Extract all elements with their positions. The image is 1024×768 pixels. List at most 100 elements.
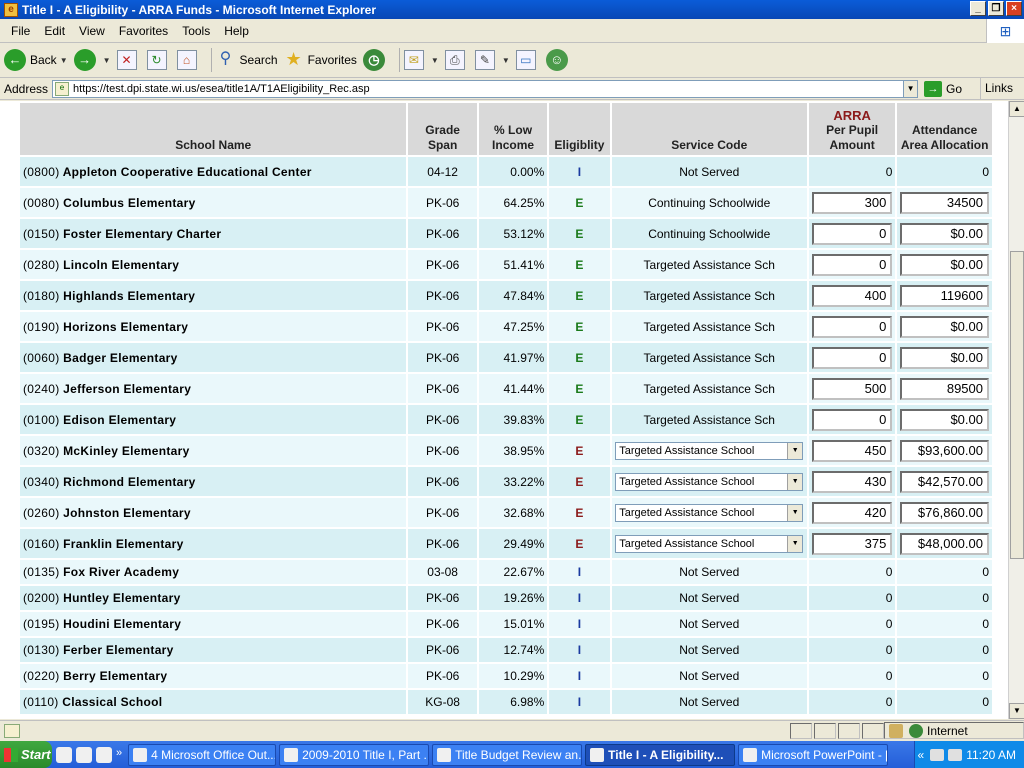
edit-dropdown-icon[interactable]: ▼ xyxy=(502,56,510,65)
dropdown-arrow-icon[interactable]: ▼ xyxy=(787,535,803,552)
mail-dropdown-icon[interactable]: ▼ xyxy=(431,56,439,65)
scroll-down-icon[interactable]: ▼ xyxy=(1009,703,1024,719)
per-pupil-input[interactable]: 0 xyxy=(811,222,893,245)
per-pupil-input[interactable]: 400 xyxy=(811,284,893,307)
history-button[interactable]: ◷ xyxy=(362,49,389,71)
allocation-input[interactable]: $0.00 xyxy=(900,253,989,276)
table-row: (0135) Fox River Academy 03-08 22.67% I Not … xyxy=(20,560,992,584)
start-button[interactable]: Start xyxy=(0,741,52,768)
dropdown-arrow-icon[interactable]: ▼ xyxy=(787,504,803,521)
menu-favorites[interactable]: Favorites xyxy=(112,24,175,38)
menu-file[interactable]: File xyxy=(4,24,37,38)
school-name-cell: (0240) Jefferson Elementary xyxy=(20,374,407,403)
home-button[interactable]: ⌂ xyxy=(176,50,201,70)
per-pupil-cell: 450 xyxy=(808,436,896,465)
tray-mail-icon[interactable] xyxy=(930,748,945,761)
scroll-up-icon[interactable]: ▲ xyxy=(1009,101,1024,117)
allocation-input[interactable]: $48,000.00 xyxy=(900,532,989,555)
messenger-icon: ☺ xyxy=(545,49,568,71)
per-pupil-input[interactable]: 430 xyxy=(811,470,893,493)
forward-dropdown-icon[interactable]: ▼ xyxy=(103,56,111,65)
allocation-input[interactable]: $0.00 xyxy=(900,346,989,369)
taskbar-task-button[interactable]: 2009-2010 Title I, Part ... xyxy=(279,743,430,766)
allocation-cell: $93,600.00 xyxy=(897,436,992,465)
allocation-input[interactable]: 34500 xyxy=(900,191,989,214)
menu-help[interactable]: Help xyxy=(217,24,256,38)
mail-button[interactable]: ✉ ▼ xyxy=(403,50,439,70)
school-name-cell: (0220) Berry Elementary xyxy=(20,664,407,688)
minimize-button[interactable]: _ xyxy=(970,1,986,16)
allocation-input[interactable]: 89500 xyxy=(900,377,989,400)
go-button[interactable]: → Go xyxy=(924,80,962,97)
allocation-input[interactable]: $93,600.00 xyxy=(900,439,989,462)
service-code-select[interactable]: Targeted Assistance School ▼ xyxy=(615,534,804,553)
print-button[interactable]: ⎙ xyxy=(444,50,469,70)
eligibility-cell: E xyxy=(549,529,610,558)
low-income-cell: 32.68% xyxy=(478,498,548,527)
low-income-cell: 47.84% xyxy=(478,281,548,310)
service-code-select[interactable]: Targeted Assistance School ▼ xyxy=(615,503,804,522)
search-button[interactable]: ⚲ Search xyxy=(216,50,278,70)
refresh-button[interactable]: ↻ xyxy=(146,50,171,70)
edit-button[interactable]: ✎ ▼ xyxy=(474,50,510,70)
address-dropdown-icon[interactable]: ▼ xyxy=(903,80,918,97)
home-icon: ⌂ xyxy=(176,50,197,70)
dropdown-arrow-icon[interactable]: ▼ xyxy=(787,442,803,459)
menu-view[interactable]: View xyxy=(72,24,112,38)
close-button[interactable]: × xyxy=(1006,1,1022,16)
tray-expand-icon[interactable]: « xyxy=(918,748,925,762)
per-pupil-input[interactable]: 0 xyxy=(811,408,893,431)
service-code-cell: Not Served xyxy=(611,690,807,714)
per-pupil-input[interactable]: 375 xyxy=(811,532,893,555)
school-name-cell: (0110) Classical School xyxy=(20,690,407,714)
allocation-input[interactable]: 119600 xyxy=(900,284,989,307)
taskbar-task-button[interactable]: 4 Microsoft Office Out... xyxy=(128,743,277,766)
eligibility-cell: E xyxy=(549,405,610,434)
tray-network-icon[interactable] xyxy=(948,748,963,761)
per-pupil-input[interactable]: 0 xyxy=(811,315,893,338)
allocation-input[interactable]: $42,570.00 xyxy=(900,470,989,493)
maximize-button[interactable]: ❐ xyxy=(988,1,1004,16)
per-pupil-input[interactable]: 0 xyxy=(811,346,893,369)
table-row: (0220) Berry Elementary PK-06 10.29% I Not S… xyxy=(20,664,992,688)
allocation-input[interactable]: $76,860.00 xyxy=(900,501,989,524)
quicklaunch-media-icon[interactable] xyxy=(76,746,92,763)
service-code-select[interactable]: Targeted Assistance School ▼ xyxy=(615,441,804,460)
per-pupil-input[interactable]: 500 xyxy=(811,377,893,400)
per-pupil-input[interactable]: 0 xyxy=(811,253,893,276)
service-code-select[interactable]: Targeted Assistance School ▼ xyxy=(615,472,804,491)
back-button[interactable]: ← Back ▼ xyxy=(4,49,68,71)
menu-edit[interactable]: Edit xyxy=(37,24,72,38)
forward-button[interactable]: → ▼ xyxy=(73,49,111,71)
messenger-button[interactable]: ☺ xyxy=(545,49,572,71)
low-income-cell: 38.95% xyxy=(478,436,548,465)
dropdown-arrow-icon[interactable]: ▼ xyxy=(787,473,803,490)
quicklaunch-folder-icon[interactable] xyxy=(56,746,72,763)
favorites-button[interactable]: ★ Favorites xyxy=(284,50,356,70)
scroll-thumb[interactable] xyxy=(1010,251,1024,559)
stop-button[interactable]: ✕ xyxy=(116,50,141,70)
allocation-input[interactable]: $0.00 xyxy=(900,222,989,245)
allocation-input[interactable]: $0.00 xyxy=(900,315,989,338)
discuss-button[interactable]: ▭ xyxy=(515,50,540,70)
vertical-scrollbar[interactable]: ▲ ▼ xyxy=(1008,101,1024,719)
back-dropdown-icon[interactable]: ▼ xyxy=(60,56,68,65)
mail-icon: ✉ xyxy=(403,50,424,70)
grade-span-cell: PK-06 xyxy=(408,343,477,372)
school-name: Columbus Elementary xyxy=(63,195,196,210)
taskbar-task-button[interactable]: Title Budget Review an... xyxy=(432,743,583,766)
quicklaunch-ie-icon[interactable] xyxy=(96,746,112,763)
per-pupil-input[interactable]: 450 xyxy=(811,439,893,462)
taskbar-task-button[interactable]: Title I - A Eligibility... xyxy=(585,743,736,766)
taskbar-task-button[interactable]: Microsoft PowerPoint - [... xyxy=(738,743,889,766)
menu-tools[interactable]: Tools xyxy=(175,24,217,38)
low-income-cell: 29.49% xyxy=(478,529,548,558)
low-income-cell: 53.12% xyxy=(478,219,548,248)
per-pupil-input[interactable]: 300 xyxy=(811,191,893,214)
service-code-text: Targeted Assistance Sch xyxy=(643,288,775,303)
quicklaunch-more-icon[interactable]: » xyxy=(116,747,122,763)
address-input[interactable]: e https://test.dpi.state.wi.us/esea/titl… xyxy=(52,79,919,98)
allocation-input[interactable]: $0.00 xyxy=(900,408,989,431)
links-button[interactable]: Links xyxy=(980,78,1024,99)
per-pupil-input[interactable]: 420 xyxy=(811,501,893,524)
